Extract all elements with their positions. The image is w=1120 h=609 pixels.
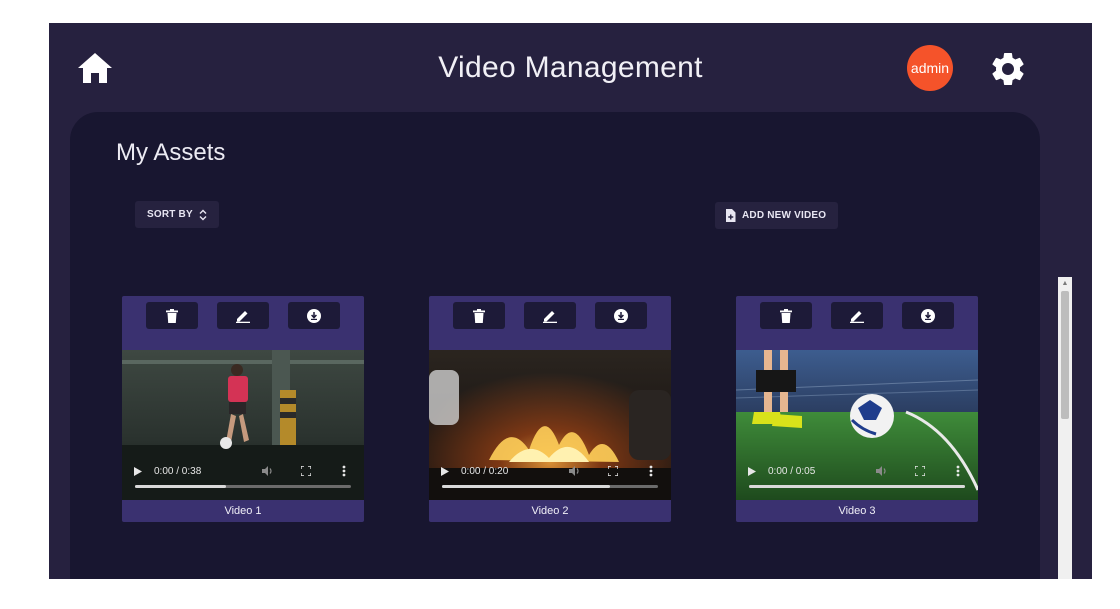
download-icon [921, 308, 935, 323]
video-progress-fill [135, 485, 226, 488]
more-options-button[interactable] [336, 464, 352, 478]
home-button[interactable] [76, 50, 114, 86]
home-icon [78, 53, 112, 83]
scrollbar-thumb[interactable] [1061, 291, 1069, 419]
download-button[interactable] [288, 302, 340, 329]
video-controls: 0:00 / 0:05 [736, 458, 978, 500]
download-button[interactable] [595, 302, 647, 329]
video-controls: 0:00 / 0:20 [429, 458, 671, 500]
video-player[interactable]: 0:00 / 0:20 [429, 350, 671, 500]
volume-icon [262, 466, 272, 476]
scroll-up-icon[interactable]: ▲ [1058, 277, 1072, 289]
file-add-icon [726, 209, 736, 222]
fullscreen-icon [301, 466, 311, 476]
fullscreen-button[interactable] [912, 464, 928, 478]
sort-label: SORT BY [147, 209, 193, 220]
edit-button[interactable] [831, 302, 883, 329]
volume-button[interactable] [874, 464, 890, 478]
video-progress[interactable] [135, 485, 351, 488]
delete-button[interactable] [760, 302, 812, 329]
sort-arrows-icon [199, 209, 207, 220]
more-options-button[interactable] [643, 464, 659, 478]
video-time: 0:00 / 0:05 [768, 465, 816, 477]
volume-button[interactable] [567, 464, 583, 478]
play-icon [748, 466, 756, 476]
card-toolbar [122, 296, 364, 350]
sort-by-button[interactable]: SORT BY [135, 201, 219, 228]
video-card: 0:00 / 0:05 Video 3 [736, 296, 978, 522]
add-video-label: ADD NEW VIDEO [742, 210, 827, 221]
video-time: 0:00 / 0:20 [461, 465, 509, 477]
edit-button[interactable] [217, 302, 269, 329]
fullscreen-button[interactable] [605, 464, 621, 478]
card-toolbar [429, 296, 671, 350]
edit-icon [543, 310, 557, 323]
video-title: Video 2 [531, 505, 569, 517]
download-icon [614, 308, 628, 323]
settings-button[interactable] [987, 48, 1029, 90]
download-button[interactable] [902, 302, 954, 329]
panel-heading: My Assets [116, 139, 226, 166]
video-player[interactable]: 0:00 / 0:38 [122, 350, 364, 500]
delete-icon [166, 308, 178, 323]
video-player[interactable]: 0:00 / 0:05 [736, 350, 978, 500]
video-controls: 0:00 / 0:38 [122, 458, 364, 500]
more-vertical-icon [342, 465, 346, 477]
video-time: 0:00 / 0:38 [154, 465, 202, 477]
video-card: 0:00 / 0:20 Video 2 [429, 296, 671, 522]
edit-icon [236, 310, 250, 323]
page-scrollbar[interactable]: ▲ [1058, 277, 1072, 579]
delete-button[interactable] [146, 302, 198, 329]
play-button[interactable] [748, 464, 762, 478]
more-vertical-icon [649, 465, 653, 477]
app-window: Video Management admin My Assets SORT BY… [49, 23, 1092, 579]
download-icon [307, 308, 321, 323]
fullscreen-icon [915, 466, 925, 476]
avatar[interactable]: admin [907, 45, 953, 91]
video-progress[interactable] [749, 485, 965, 488]
assets-panel: My Assets SORT BY ADD NEW VIDEO 0:00 / 0… [70, 112, 1040, 579]
volume-icon [569, 466, 579, 476]
fullscreen-icon [608, 466, 618, 476]
add-new-video-button[interactable]: ADD NEW VIDEO [715, 202, 839, 229]
more-options-button[interactable] [950, 464, 966, 478]
volume-icon [876, 466, 886, 476]
gear-icon [992, 52, 1024, 85]
edit-icon [850, 310, 864, 323]
video-title: Video 3 [838, 505, 876, 517]
video-title: Video 1 [224, 505, 262, 517]
card-toolbar [736, 296, 978, 350]
more-vertical-icon [956, 465, 960, 477]
video-progress-fill [442, 485, 611, 488]
delete-button[interactable] [453, 302, 505, 329]
volume-button[interactable] [260, 464, 276, 478]
play-button[interactable] [441, 464, 455, 478]
play-button[interactable] [134, 464, 148, 478]
play-icon [134, 466, 142, 476]
fullscreen-button[interactable] [298, 464, 314, 478]
video-progress[interactable] [442, 485, 658, 488]
video-card: 0:00 / 0:38 Video 1 [122, 296, 364, 522]
edit-button[interactable] [524, 302, 576, 329]
delete-icon [780, 308, 792, 323]
delete-icon [473, 308, 485, 323]
play-icon [441, 466, 449, 476]
video-progress-fill [749, 485, 965, 488]
